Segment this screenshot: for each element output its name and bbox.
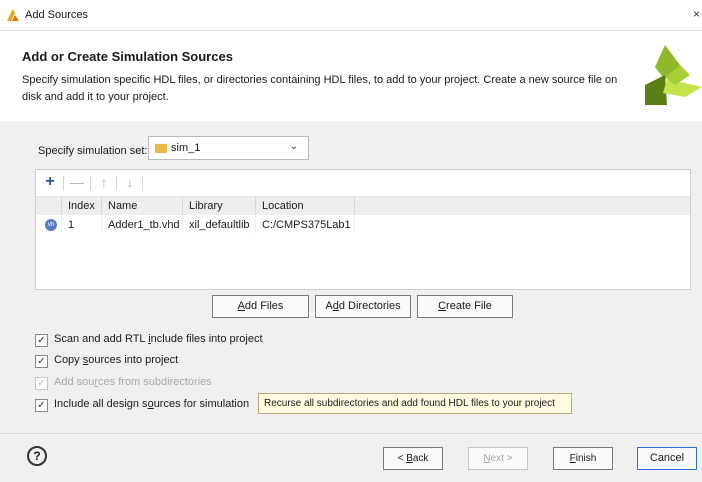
chevron-down-icon: ⌄ <box>289 141 298 152</box>
page-description: Specify simulation specific HDL files, o… <box>22 74 618 103</box>
next-button: Next > <box>468 447 528 470</box>
column-header-location[interactable]: Location <box>256 197 355 215</box>
title-bar: Add Sources × <box>0 0 702 31</box>
header-icon-col <box>36 197 62 215</box>
close-icon[interactable]: × <box>693 7 700 21</box>
add-icon[interactable]: + <box>42 174 58 190</box>
simulation-set-value: sim_1 <box>171 142 201 154</box>
back-button[interactable]: < Back <box>383 447 443 470</box>
column-header-index[interactable]: Index <box>62 197 102 215</box>
toolbar-separator <box>116 176 117 190</box>
move-up-icon[interactable]: ↑ <box>96 174 112 190</box>
column-header-name[interactable]: Name <box>102 197 183 215</box>
include-all-sources-label: Include all design sources for simulatio… <box>54 398 250 410</box>
create-file-button[interactable]: Create File <box>417 295 513 318</box>
add-subdirectories-checkbox: ✓ <box>35 377 48 390</box>
copy-sources-label: Copy sources into project <box>54 354 179 366</box>
table-row[interactable]: vh 1 Adder1_tb.vhd xil_defaultlib C:/CMP… <box>36 216 690 234</box>
move-down-icon[interactable]: ↓ <box>122 174 138 190</box>
finish-button[interactable]: Finish <box>553 447 613 470</box>
add-subdirectories-label: Add sources from subdirectories <box>54 376 212 388</box>
cell-index: 1 <box>62 216 102 234</box>
include-all-sources-checkbox[interactable]: ✓ <box>35 399 48 412</box>
scan-rtl-label: Scan and add RTL include files into proj… <box>54 333 263 345</box>
help-icon[interactable]: ? <box>27 446 47 466</box>
remove-icon[interactable]: — <box>69 174 85 190</box>
row-icon-cell: vh <box>36 216 62 234</box>
wizard-footer: ? < Back Next > Finish Cancel <box>0 433 702 482</box>
table-toolbar: + — ↑ ↓ <box>36 170 690 197</box>
cell-location: C:/CMPS375Lab1 <box>256 216 355 234</box>
folder-icon <box>155 144 167 153</box>
tooltip: Recurse all subdirectories and add found… <box>258 393 572 414</box>
page-title: Add or Create Simulation Sources <box>22 49 233 64</box>
simulation-set-label: Specify simulation set: <box>38 145 148 157</box>
scan-rtl-checkbox[interactable]: ✓ <box>35 334 48 347</box>
sources-table-panel: + — ↑ ↓ Index Name Library Location vh 1… <box>35 169 691 290</box>
toolbar-separator <box>63 176 64 190</box>
add-directories-button[interactable]: Add Directories <box>315 295 411 318</box>
vhdl-file-icon: vh <box>45 219 57 231</box>
vivado-app-icon <box>7 9 19 21</box>
copy-sources-checkbox[interactable]: ✓ <box>35 355 48 368</box>
column-header-library[interactable]: Library <box>183 197 256 215</box>
cancel-button[interactable]: Cancel <box>637 447 697 470</box>
wizard-content: Specify simulation set: sim_1 ⌄ + — ↑ ↓ … <box>0 121 702 433</box>
window-title: Add Sources <box>25 9 88 21</box>
wizard-header: Add or Create Simulation Sources Specify… <box>0 31 702 121</box>
cell-library: xil_defaultlib <box>183 216 256 234</box>
vivado-logo-icon <box>645 45 702 105</box>
cell-name: Adder1_tb.vhd <box>102 216 183 234</box>
table-header: Index Name Library Location <box>36 197 690 215</box>
add-files-button[interactable]: Add Files <box>212 295 309 318</box>
toolbar-separator <box>90 176 91 190</box>
toolbar-separator <box>142 176 143 190</box>
simulation-set-dropdown[interactable]: sim_1 ⌄ <box>148 136 309 160</box>
